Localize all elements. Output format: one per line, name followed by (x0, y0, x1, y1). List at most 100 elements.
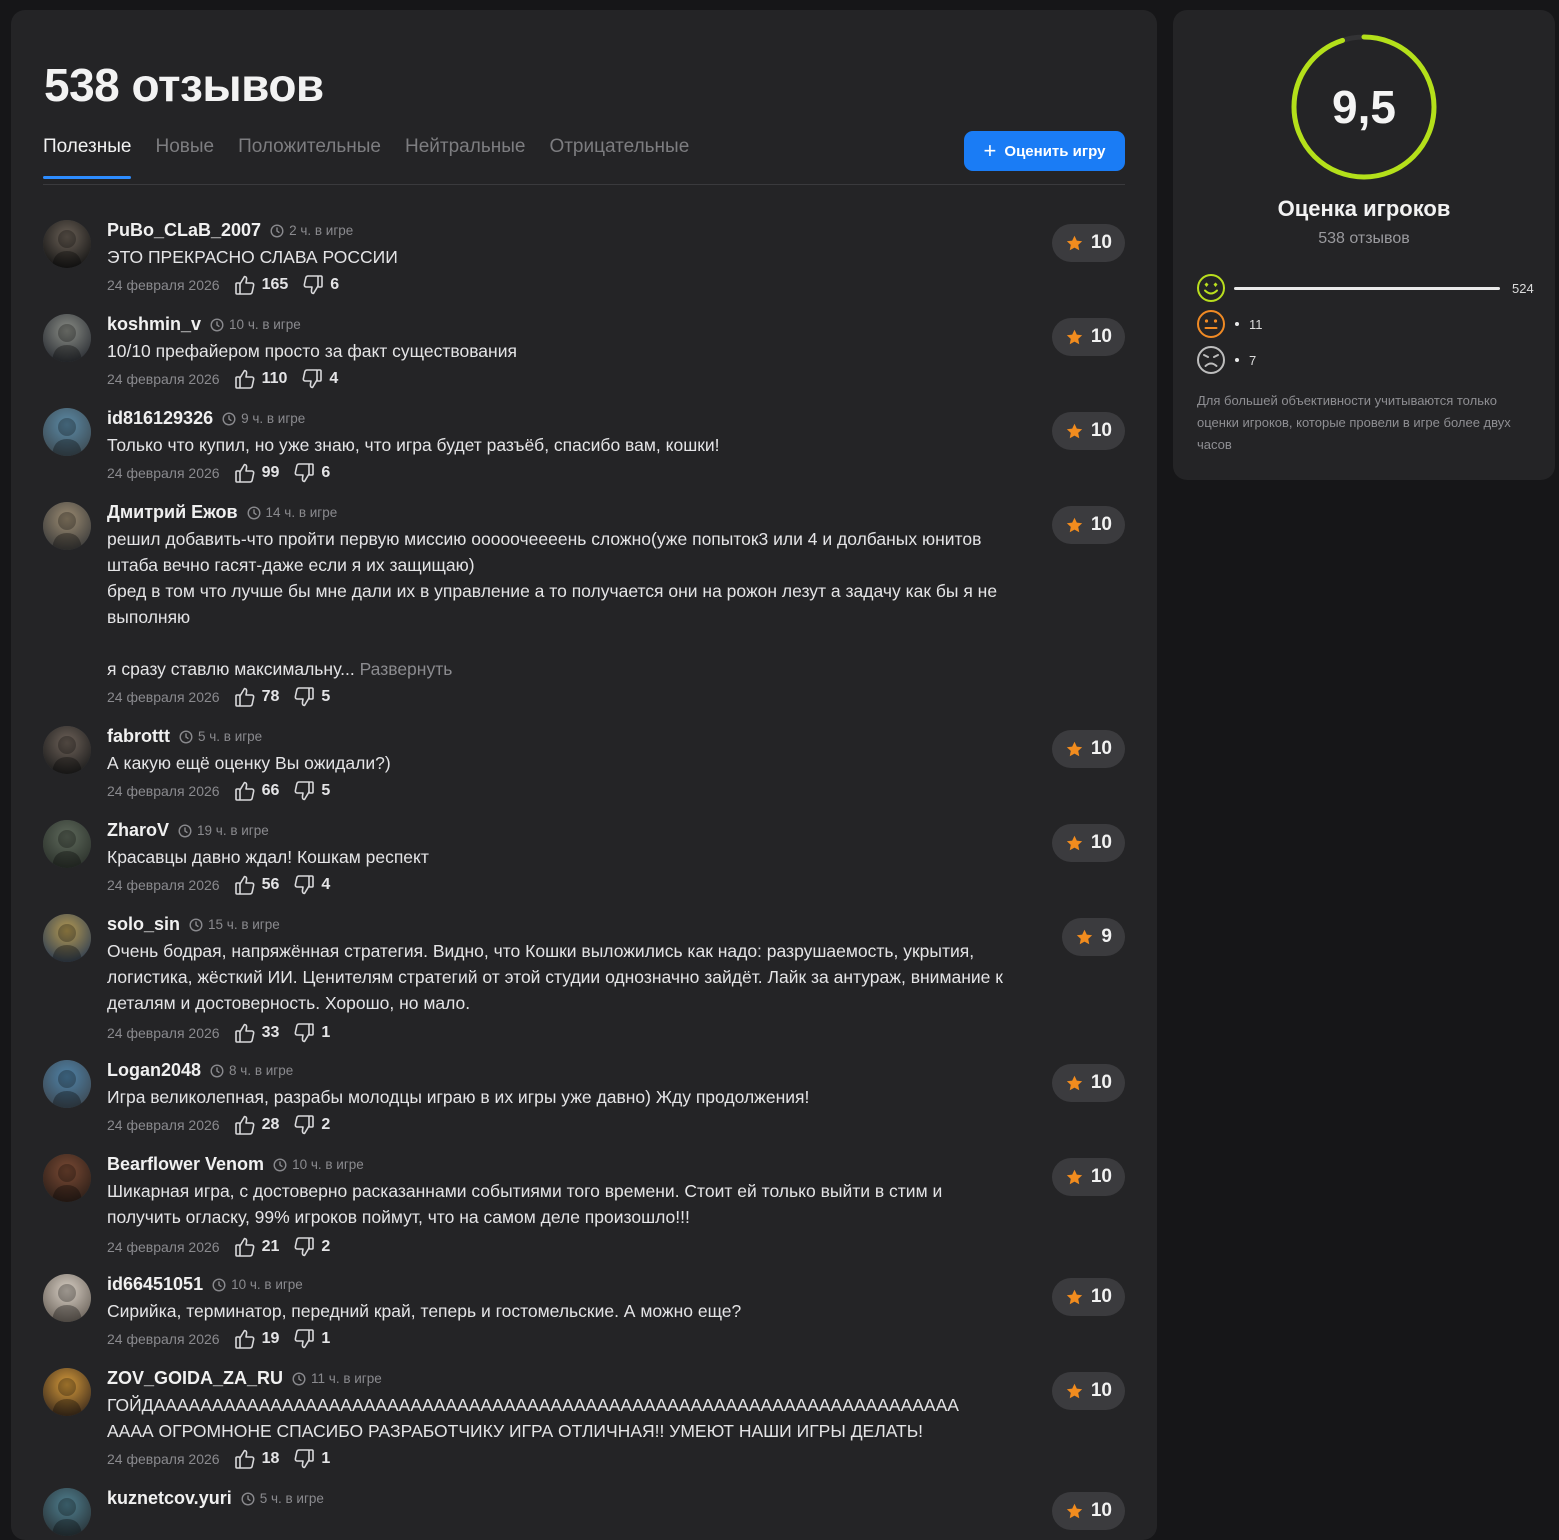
thumbs-up-icon (234, 1329, 255, 1349)
like-button[interactable]: 110 (234, 368, 287, 390)
like-button[interactable]: 66 (234, 780, 280, 802)
review-text: ЭТО ПРЕКРАСНО СЛАВА РОССИИ (107, 244, 1007, 270)
review-author[interactable]: id816129326 (107, 408, 213, 429)
like-button[interactable]: 28 (234, 1114, 279, 1136)
dislike-count: 1 (321, 1330, 331, 1347)
thumbs-down-icon (294, 1237, 315, 1257)
thumbs-up-icon (234, 1023, 255, 1043)
neutral-bar (1235, 322, 1239, 326)
user-avatar[interactable] (43, 502, 91, 550)
user-avatar[interactable] (43, 220, 91, 268)
user-avatar[interactable] (43, 1154, 91, 1202)
review-meta: 24 февраля 2026 66 5 (107, 780, 330, 802)
review-text-body: Красавцы давно ждал! Кошкам респект (107, 847, 429, 867)
review-date: 24 февраля 2026 (107, 277, 220, 293)
review-author[interactable]: Дмитрий Ежов (107, 502, 238, 523)
like-count: 21 (261, 1238, 280, 1255)
playtime-label: 9 ч. в игре (241, 411, 306, 426)
like-button[interactable]: 165 (234, 274, 288, 296)
user-avatar[interactable] (43, 726, 91, 774)
review-score: 10 (1090, 1072, 1112, 1093)
review-text: Красавцы давно ждал! Кошкам респект (107, 844, 1007, 870)
dislike-button[interactable]: 4 (293, 874, 330, 896)
review-author[interactable]: PuBo_CLaB_2007 (107, 220, 261, 241)
plus-icon: + (983, 138, 997, 163)
thumbs-down-icon (302, 369, 323, 389)
distribution-negative-row: 7 (1196, 345, 1256, 375)
tab-positive[interactable]: Положительные (238, 136, 381, 178)
dislike-button[interactable]: 1 (293, 1022, 330, 1044)
review-author[interactable]: id66451051 (107, 1274, 203, 1295)
review-date: 24 февраля 2026 (107, 689, 220, 705)
like-button[interactable]: 78 (234, 686, 279, 708)
dislike-button[interactable]: 2 (293, 1114, 330, 1136)
review-author[interactable]: Bearflower Venom (107, 1154, 264, 1175)
like-button[interactable]: 19 (234, 1328, 279, 1350)
review-score: 10 (1090, 326, 1112, 347)
tab-new[interactable]: Новые (155, 136, 214, 178)
thumbs-down-icon (294, 1329, 315, 1349)
review-author[interactable]: Logan2048 (107, 1060, 201, 1081)
review-header: ZOV_GOIDA_ZA_RU 11 ч. в игре (107, 1368, 382, 1389)
playtime-label: 2 ч. в игре (289, 223, 354, 238)
review-date: 24 февраля 2026 (107, 1117, 220, 1133)
review-author[interactable]: ZOV_GOIDA_ZA_RU (107, 1368, 283, 1389)
thumbs-up-icon (234, 463, 255, 483)
dislike-button[interactable]: 6 (293, 462, 330, 484)
user-avatar[interactable] (43, 820, 91, 868)
review-playtime: 15 ч. в игре (189, 917, 280, 932)
user-avatar[interactable] (43, 408, 91, 456)
review-score: 10 (1090, 514, 1112, 535)
dislike-button[interactable]: 4 (301, 368, 338, 390)
dislike-button[interactable]: 5 (293, 780, 330, 802)
user-avatar[interactable] (43, 914, 91, 962)
tab-useful[interactable]: Полезные (43, 136, 132, 179)
rate-game-button[interactable]: + Оценить игру (964, 131, 1125, 171)
review-filter-tabs: Полезные Новые Положительные Нейтральные… (43, 136, 713, 179)
review-author[interactable]: kuznetcov.yuri (107, 1488, 232, 1509)
review-author[interactable]: fabrottt (107, 726, 170, 747)
review-text: 10/10 префайером просто за факт существо… (107, 338, 1007, 364)
user-avatar[interactable] (43, 314, 91, 362)
user-avatar[interactable] (43, 1488, 91, 1536)
playtime-label: 10 ч. в игре (231, 1277, 303, 1292)
playtime-label: 11 ч. в игре (311, 1371, 382, 1386)
review-text: ГОЙДАААААААААААААААААААААААААААААААААААА… (107, 1392, 1007, 1444)
dislike-button[interactable]: 5 (293, 686, 330, 708)
review-author[interactable]: solo_sin (107, 914, 180, 935)
review-header: koshmin_v 10 ч. в игре (107, 314, 301, 335)
clock-icon (179, 729, 193, 744)
review-text-body: решил добавить-что пройти первую миссию … (107, 529, 998, 679)
review-author[interactable]: koshmin_v (107, 314, 201, 335)
tab-neutral[interactable]: Нейтральные (405, 136, 525, 178)
dislike-count: 6 (330, 276, 340, 293)
star-icon (1066, 517, 1083, 532)
star-icon (1066, 1075, 1083, 1090)
like-count: 66 (261, 782, 280, 799)
like-button[interactable]: 99 (234, 462, 279, 484)
user-avatar[interactable] (43, 1368, 91, 1416)
dislike-count: 2 (321, 1238, 331, 1255)
dislike-button[interactable]: 1 (293, 1328, 330, 1350)
like-button[interactable]: 21 (234, 1236, 280, 1258)
tab-negative[interactable]: Отрицательные (549, 136, 689, 178)
tabs-divider (43, 184, 1125, 185)
score-value: 9,5 (1332, 81, 1396, 133)
expand-review-link[interactable]: Развернуть (360, 659, 453, 679)
dislike-button[interactable]: 6 (302, 274, 339, 296)
dislike-button[interactable]: 1 (293, 1448, 330, 1470)
review-date: 24 февраля 2026 (107, 1451, 220, 1467)
user-avatar[interactable] (43, 1060, 91, 1108)
review-date: 24 февраля 2026 (107, 465, 220, 481)
review-playtime: 10 ч. в игре (212, 1277, 303, 1292)
dislike-button[interactable]: 2 (293, 1236, 330, 1258)
review-author[interactable]: ZharoV (107, 820, 169, 841)
like-button[interactable]: 18 (234, 1448, 279, 1470)
user-avatar[interactable] (43, 1274, 91, 1322)
review-text-body: А какую ещё оценку Вы ожидали?) (107, 753, 391, 773)
like-button[interactable]: 33 (234, 1022, 279, 1044)
dislike-count: 2 (321, 1116, 331, 1133)
page-title: 538 отзывов (44, 59, 324, 111)
playtime-label: 10 ч. в игре (292, 1157, 364, 1172)
like-button[interactable]: 56 (234, 874, 279, 896)
